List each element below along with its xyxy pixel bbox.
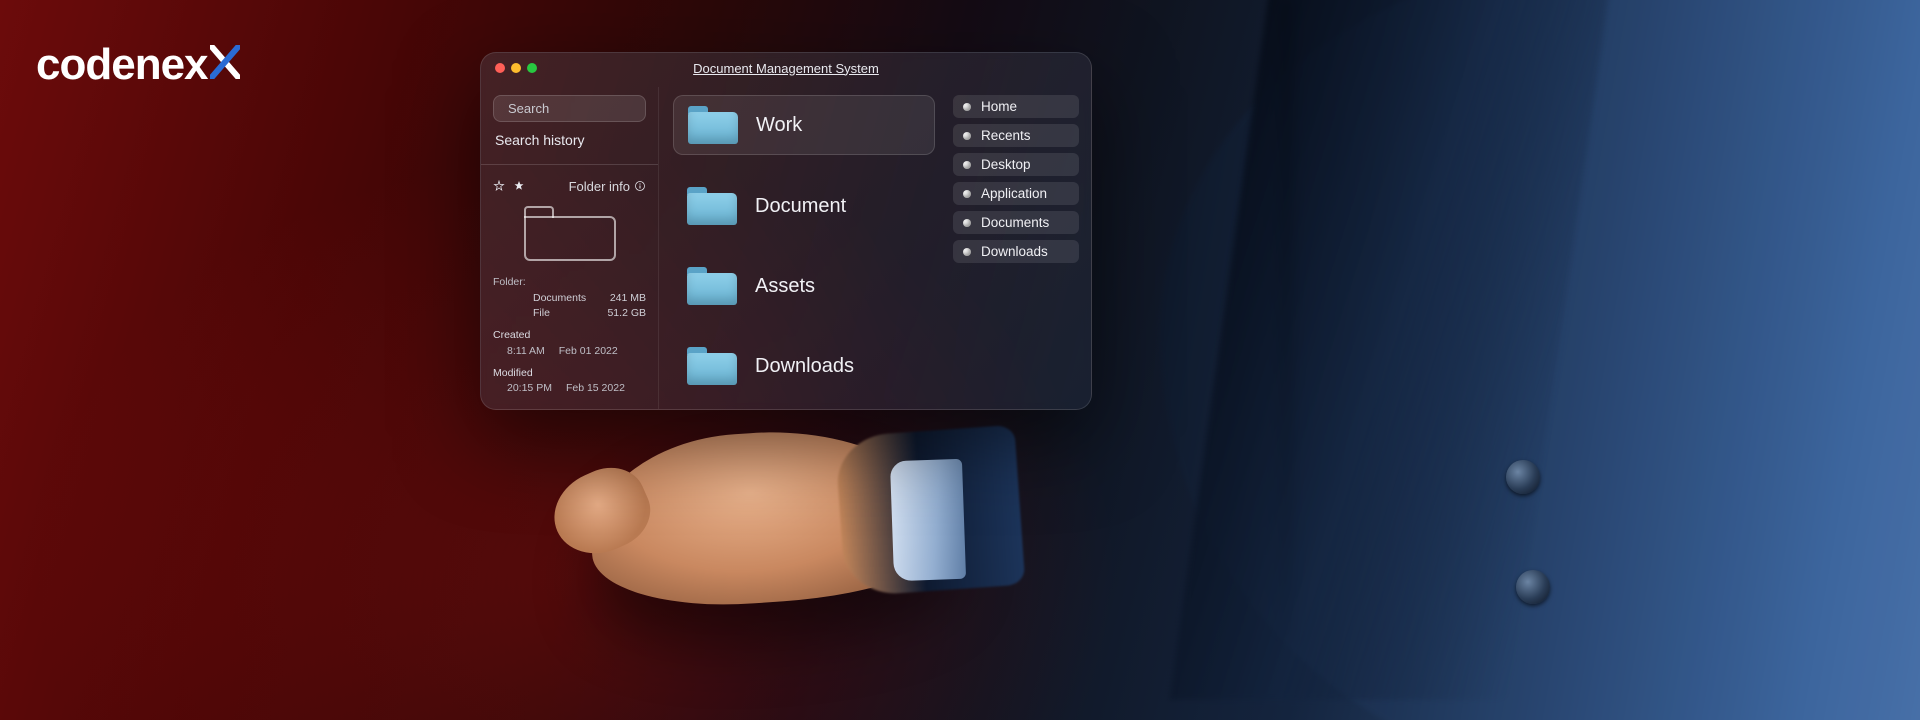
folder-item-document[interactable]: Document xyxy=(673,177,935,235)
bullet-icon xyxy=(963,161,971,169)
meta-created-time: 8:11 AM xyxy=(507,344,545,360)
meta-created-date: Feb 01 2022 xyxy=(559,344,618,360)
window-title: Document Management System xyxy=(481,61,1091,76)
meta-folder-label: Folder: xyxy=(493,275,526,291)
quicklink-recents[interactable]: Recents xyxy=(953,124,1079,147)
folder-info-header: Folder info xyxy=(493,173,646,194)
info-icon[interactable] xyxy=(634,180,646,192)
quick-links: Home Recents Desktop Application Documen… xyxy=(949,87,1091,409)
folder-item-work[interactable]: Work xyxy=(673,95,935,155)
app-window: Document Management System Search histor… xyxy=(480,52,1092,410)
folder-info-label: Folder info xyxy=(569,179,630,194)
bullet-icon xyxy=(963,248,971,256)
folder-outline-icon xyxy=(524,206,616,261)
folder-list: Work Document Assets Downloads xyxy=(659,87,949,409)
star-icon[interactable] xyxy=(513,180,525,192)
brand-name: codenex xyxy=(36,40,208,90)
meta-row-1-size: 51.2 GB xyxy=(607,306,646,322)
quicklink-label: Desktop xyxy=(981,157,1031,172)
meta-modified-date: Feb 15 2022 xyxy=(566,381,625,397)
meta-row-0-size: 241 MB xyxy=(610,291,646,307)
quicklink-label: Application xyxy=(981,186,1047,201)
folder-item-downloads[interactable]: Downloads xyxy=(673,337,935,395)
sidebar: Search history Folder info xyxy=(481,87,659,409)
quicklink-home[interactable]: Home xyxy=(953,95,1079,118)
meta-modified-label: Modified xyxy=(493,366,646,382)
bullet-icon xyxy=(963,132,971,140)
quicklink-label: Downloads xyxy=(981,244,1048,259)
search-input[interactable] xyxy=(508,101,684,116)
folder-icon xyxy=(687,267,737,305)
window-titlebar: Document Management System xyxy=(481,53,1091,83)
sidebar-divider xyxy=(481,164,658,165)
search-history-label[interactable]: Search history xyxy=(493,130,646,156)
bullet-icon xyxy=(963,190,971,198)
bullet-icon xyxy=(963,103,971,111)
quicklink-documents[interactable]: Documents xyxy=(953,211,1079,234)
meta-row-0-name: Documents xyxy=(533,291,610,307)
brand-x-icon xyxy=(210,45,240,79)
folder-icon xyxy=(687,347,737,385)
quicklink-label: Home xyxy=(981,99,1017,114)
folder-name: Assets xyxy=(755,275,815,298)
folder-name: Downloads xyxy=(755,355,854,378)
meta-modified-time: 20:15 PM xyxy=(507,381,552,397)
folder-meta: Folder: Documents 241 MB File 51.2 GB Cr… xyxy=(493,275,646,397)
bullet-icon xyxy=(963,219,971,227)
folder-icon xyxy=(688,106,738,144)
meta-row-1-name: File xyxy=(533,306,607,322)
folder-icon xyxy=(687,187,737,225)
quicklink-label: Documents xyxy=(981,215,1049,230)
quicklink-downloads[interactable]: Downloads xyxy=(953,240,1079,263)
search-field[interactable] xyxy=(493,95,646,122)
folder-name: Work xyxy=(756,114,802,137)
quicklink-label: Recents xyxy=(981,128,1031,143)
quicklink-desktop[interactable]: Desktop xyxy=(953,153,1079,176)
brand-logo: codenex xyxy=(36,40,240,90)
meta-created-label: Created xyxy=(493,328,646,344)
pin-icon[interactable] xyxy=(493,180,505,192)
folder-name: Document xyxy=(755,195,846,218)
quicklink-application[interactable]: Application xyxy=(953,182,1079,205)
folder-item-assets[interactable]: Assets xyxy=(673,257,935,315)
